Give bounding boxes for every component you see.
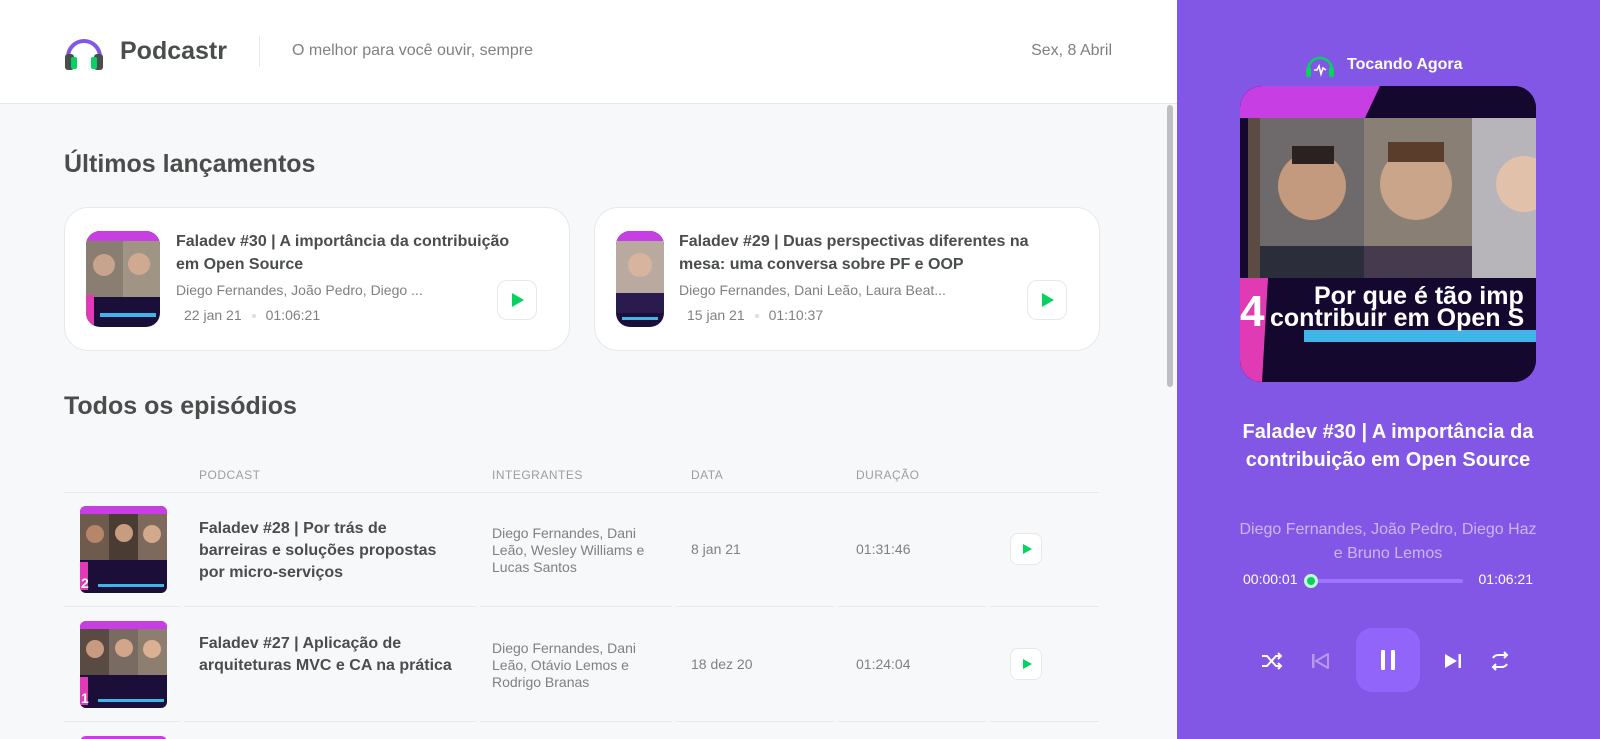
episode-thumbnail: 2	[80, 506, 167, 593]
app-name: Podcastr	[120, 37, 227, 65]
episode-title[interactable]: Faladev #29 | Duas perspectivas diferent…	[679, 230, 1079, 276]
episode-thumbnail	[616, 231, 664, 327]
repeat-icon[interactable]	[1487, 648, 1513, 674]
play-icon	[1042, 293, 1054, 307]
headphones-logo-icon	[65, 39, 103, 70]
episode-title[interactable]: Faladev #30 | A importância da contribui…	[176, 230, 546, 276]
all-episodes-title: Todos os episódios	[64, 392, 297, 420]
now-playing-header: Tocando Agora	[1305, 51, 1463, 79]
episode-thumbnail: 1	[80, 621, 167, 708]
column-header-podcast: PODCAST	[199, 468, 261, 482]
progress-handle[interactable]	[1304, 574, 1319, 588]
pause-icon-bar	[1391, 650, 1395, 670]
episode-duration: 01:24:04	[856, 656, 911, 672]
main-scrollbar[interactable]	[1167, 105, 1173, 387]
pause-icon	[1381, 650, 1385, 670]
play-button[interactable]	[497, 280, 537, 320]
player-panel: Tocando Agora Por que é tão imp contribu…	[1177, 0, 1600, 739]
episode-title-line: Faladev #30 | A importância da contribui…	[176, 233, 510, 250]
total-time: 01:06:21	[1478, 571, 1534, 587]
episode-members: Diego Fernandes, Dani Leão, Laura Beat..…	[679, 282, 946, 298]
header: Podcastr O melhor para você ouvir, sempr…	[0, 0, 1177, 104]
episode-meta: 22 jan 21 01:06:21	[184, 307, 320, 323]
episode-title-line: em Open Source	[176, 256, 304, 273]
play-icon	[1023, 544, 1032, 554]
episode-duration: 01:06:21	[265, 307, 321, 323]
cover-text-line: contribuir em Open S	[1270, 304, 1524, 332]
column-header-date: DATA	[691, 468, 724, 482]
column-header-duration: DURAÇÃO	[856, 468, 920, 482]
play-icon	[1023, 659, 1032, 669]
current-date: Sex, 8 Abril	[1031, 42, 1112, 59]
episode-members: Diego Fernandes, João Pedro, Diego ...	[176, 282, 423, 298]
episode-members: Diego Fernandes, Dani Leão, Wesley Willi…	[492, 525, 645, 575]
episode-date: 8 jan 21	[691, 541, 741, 557]
episode-meta: 15 jan 21 01:10:37	[687, 307, 823, 323]
now-playing-label: Tocando Agora	[1347, 56, 1463, 73]
play-icon	[512, 293, 524, 307]
header-divider	[259, 36, 260, 67]
separator-dot	[754, 314, 759, 319]
tagline: O melhor para você ouvir, sempre	[292, 42, 533, 59]
table-row[interactable]: 2 Faladev #28 | Por trás de barreiras e …	[64, 493, 1099, 607]
thumb-number: 1	[81, 690, 89, 706]
main-content: Últimos lançamentos Faladev #30 | A impo…	[0, 104, 1177, 739]
pause-button[interactable]	[1356, 628, 1420, 692]
table-row[interactable]: 1 Faladev #27 | Aplicação de arquitetura…	[64, 608, 1099, 722]
episode-members: Diego Fernandes, Dani Leão, Otávio Lemos…	[492, 640, 636, 690]
current-time: 00:00:01	[1243, 571, 1298, 587]
headphones-icon	[1306, 56, 1334, 77]
episode-title[interactable]: Faladev #28 | Por trás de barreiras e so…	[199, 518, 459, 584]
thumb-number: 2	[81, 575, 89, 591]
play-button[interactable]	[1010, 533, 1042, 565]
episode-date: 15 jan 21	[687, 307, 745, 323]
latest-section-title: Últimos lançamentos	[64, 150, 316, 178]
latest-episode-card[interactable]: Faladev #29 | Duas perspectivas diferent…	[594, 207, 1100, 351]
separator-dot	[251, 314, 256, 319]
episode-thumbnail	[86, 231, 160, 327]
episode-duration: 01:10:37	[768, 307, 824, 323]
progress-slider[interactable]	[1304, 574, 1463, 588]
cover-number: 4	[1240, 287, 1265, 336]
episode-duration: 01:31:46	[856, 541, 911, 557]
episode-title-line: Faladev #29 | Duas perspectivas diferent…	[679, 233, 1029, 250]
episode-title[interactable]: Faladev #27 | Aplicação de arquiteturas …	[199, 633, 459, 677]
episode-date: 22 jan 21	[184, 307, 242, 323]
episode-title-line: mesa: uma conversa sobre PF e OOP	[679, 256, 964, 273]
episode-cover: Por que é tão imp contribuir em Open S 4	[1240, 86, 1536, 382]
column-header-members: INTEGRANTES	[492, 468, 583, 482]
play-button[interactable]	[1010, 648, 1042, 680]
playing-episode-title: Faladev #30 | A importância da contribui…	[1242, 421, 1534, 471]
latest-episode-card[interactable]: Faladev #30 | A importância da contribui…	[64, 207, 570, 351]
shuffle-icon[interactable]	[1259, 648, 1285, 674]
play-button[interactable]	[1027, 280, 1067, 320]
next-icon[interactable]	[1440, 648, 1466, 674]
episode-date: 18 dez 20	[691, 656, 753, 672]
previous-icon[interactable]	[1307, 648, 1333, 674]
playing-episode-members: Diego Fernandes, João Pedro, Diego Haz e…	[1239, 521, 1537, 562]
